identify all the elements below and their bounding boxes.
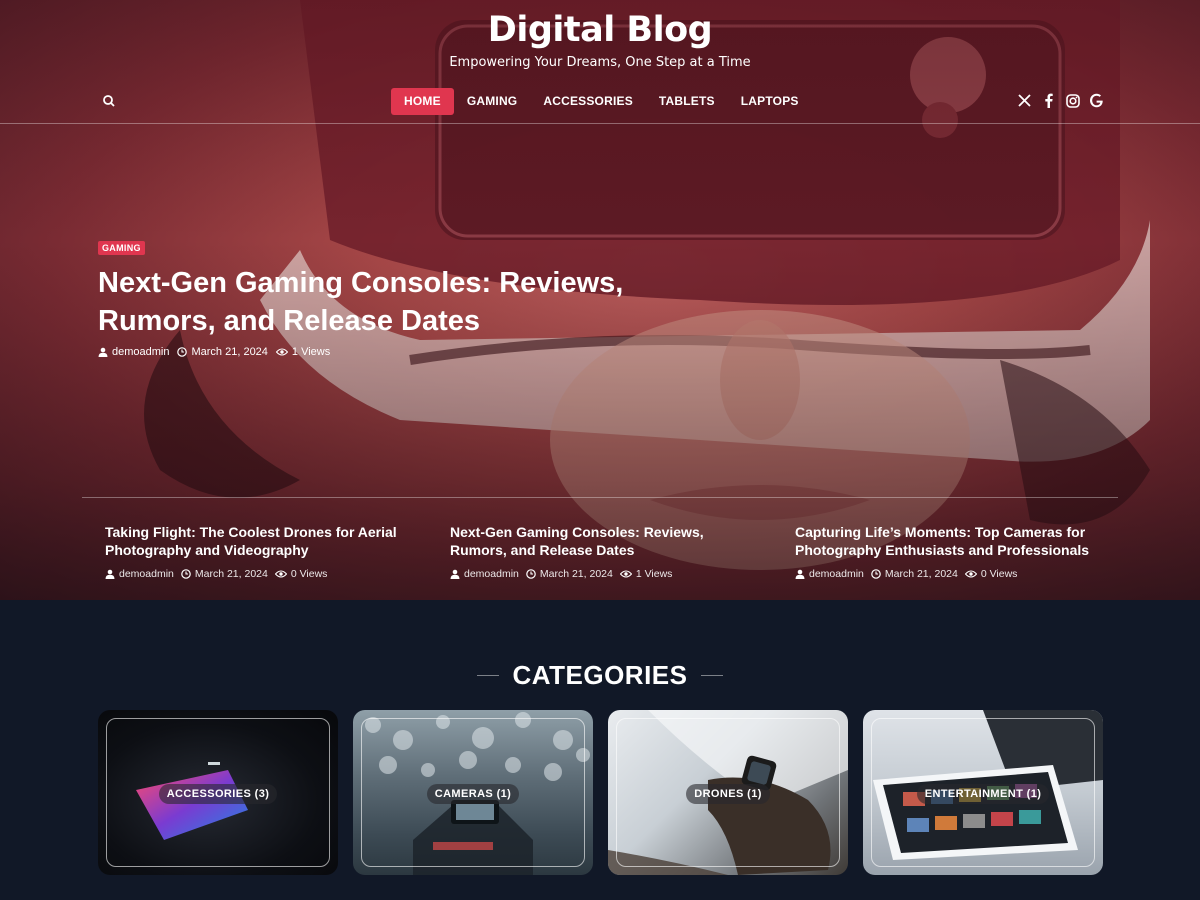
category-cards: ACCESSORIES (3) CAMERAS (1) DRONES (1) E…	[98, 710, 1103, 875]
view-count: 0 Views	[290, 568, 328, 580]
clock-icon	[871, 569, 881, 579]
card-label: DRONES (1)	[608, 784, 848, 804]
post-author[interactable]: demoadmin	[450, 568, 519, 580]
user-icon	[450, 569, 460, 579]
date-text: March 21, 2024	[884, 568, 958, 580]
featured-category-badge[interactable]: GAMING	[98, 241, 145, 255]
hero-posts-list: Taking Flight: The Coolest Drones for Ae…	[105, 523, 1140, 580]
category-name: DRONES (1)	[686, 784, 770, 804]
hero-section: Digital Blog Empowering Your Dreams, One…	[0, 0, 1200, 600]
post-views: 1 Views	[619, 568, 673, 580]
user-icon	[105, 569, 115, 579]
site-title[interactable]: Digital Blog	[0, 10, 1200, 50]
eye-icon	[964, 570, 977, 578]
category-name: ACCESSORIES (3)	[158, 784, 278, 804]
categories-heading: CATEGORIES	[0, 660, 1200, 691]
date-text: March 21, 2024	[194, 568, 268, 580]
post-views: 0 Views	[274, 568, 328, 580]
nav-item-laptops[interactable]: LAPTOPS	[728, 88, 812, 115]
category-card-cameras[interactable]: CAMERAS (1)	[353, 710, 593, 875]
category-name: ENTERTAINMENT (1)	[916, 784, 1050, 804]
category-card-drones[interactable]: DRONES (1)	[608, 710, 848, 875]
category-card-accessories[interactable]: ACCESSORIES (3)	[98, 710, 338, 875]
hero-post-meta: demoadmin March 21, 2024 0 Views	[105, 568, 450, 580]
hero-post: Next-Gen Gaming Consoles: Reviews, Rumor…	[450, 523, 795, 580]
user-icon	[98, 347, 108, 357]
hero-post: Capturing Life’s Moments: Top Cameras fo…	[795, 523, 1140, 580]
header-divider	[0, 123, 1200, 124]
featured-title[interactable]: Next-Gen Gaming Consoles: Reviews, Rumor…	[98, 264, 718, 340]
hero-post-meta: demoadmin March 21, 2024 1 Views	[450, 568, 795, 580]
view-count: 0 Views	[980, 568, 1018, 580]
categories-title: CATEGORIES	[512, 660, 688, 690]
featured-meta: demoadmin March 21, 2024 1 Views	[98, 346, 330, 358]
view-count: 1 Views	[291, 346, 331, 358]
clock-icon	[181, 569, 191, 579]
category-name: CAMERAS (1)	[426, 784, 520, 804]
clock-icon	[526, 569, 536, 579]
eye-icon	[275, 348, 288, 356]
category-card-entertainment[interactable]: ENTERTAINMENT (1)	[863, 710, 1103, 875]
google-icon[interactable]	[1089, 92, 1104, 109]
card-label: ENTERTAINMENT (1)	[863, 784, 1103, 804]
date-text: March 21, 2024	[539, 568, 613, 580]
featured-date: March 21, 2024	[177, 346, 268, 358]
hero-post-meta: demoadmin March 21, 2024 0 Views	[795, 568, 1140, 580]
instagram-icon[interactable]	[1065, 92, 1080, 109]
main-nav: HOME GAMING ACCESSORIES TABLETS LAPTOPS	[391, 88, 812, 115]
eye-icon	[619, 570, 632, 578]
hero-post-title[interactable]: Next-Gen Gaming Consoles: Reviews, Rumor…	[450, 523, 750, 559]
nav-item-home[interactable]: HOME	[391, 88, 454, 115]
hero-posts-divider	[82, 497, 1118, 498]
featured-author[interactable]: demoadmin	[98, 346, 169, 358]
nav-item-tablets[interactable]: TABLETS	[646, 88, 728, 115]
hero-post: Taking Flight: The Coolest Drones for Ae…	[105, 523, 450, 580]
site-tagline: Empowering Your Dreams, One Step at a Ti…	[449, 55, 751, 70]
featured-views: 1 Views	[275, 346, 331, 358]
eye-icon	[274, 570, 287, 578]
card-label: ACCESSORIES (3)	[98, 784, 338, 804]
author-name: demoadmin	[119, 568, 174, 580]
user-icon	[795, 569, 805, 579]
post-author[interactable]: demoadmin	[795, 568, 864, 580]
heading-rule-right	[701, 675, 724, 676]
x-icon[interactable]	[1017, 92, 1032, 109]
post-date: March 21, 2024	[526, 568, 613, 580]
facebook-icon[interactable]	[1041, 92, 1056, 109]
author-name: demoadmin	[464, 568, 519, 580]
nav-item-accessories[interactable]: ACCESSORIES	[530, 88, 646, 115]
nav-item-gaming[interactable]: GAMING	[454, 88, 531, 115]
heading-rule-left	[476, 675, 499, 676]
author-name: demoadmin	[809, 568, 864, 580]
post-views: 0 Views	[964, 568, 1018, 580]
social-links	[1017, 92, 1104, 109]
clock-icon	[177, 347, 188, 357]
hero-post-title[interactable]: Capturing Life’s Moments: Top Cameras fo…	[795, 523, 1095, 559]
post-date: March 21, 2024	[191, 346, 268, 358]
view-count: 1 Views	[635, 568, 673, 580]
search-icon	[103, 95, 115, 107]
hero-post-title[interactable]: Taking Flight: The Coolest Drones for Ae…	[105, 523, 405, 559]
post-date: March 21, 2024	[871, 568, 958, 580]
author-name: demoadmin	[112, 346, 170, 358]
post-author[interactable]: demoadmin	[105, 568, 174, 580]
card-label: CAMERAS (1)	[353, 784, 593, 804]
post-date: March 21, 2024	[181, 568, 268, 580]
search-button[interactable]	[100, 92, 118, 110]
